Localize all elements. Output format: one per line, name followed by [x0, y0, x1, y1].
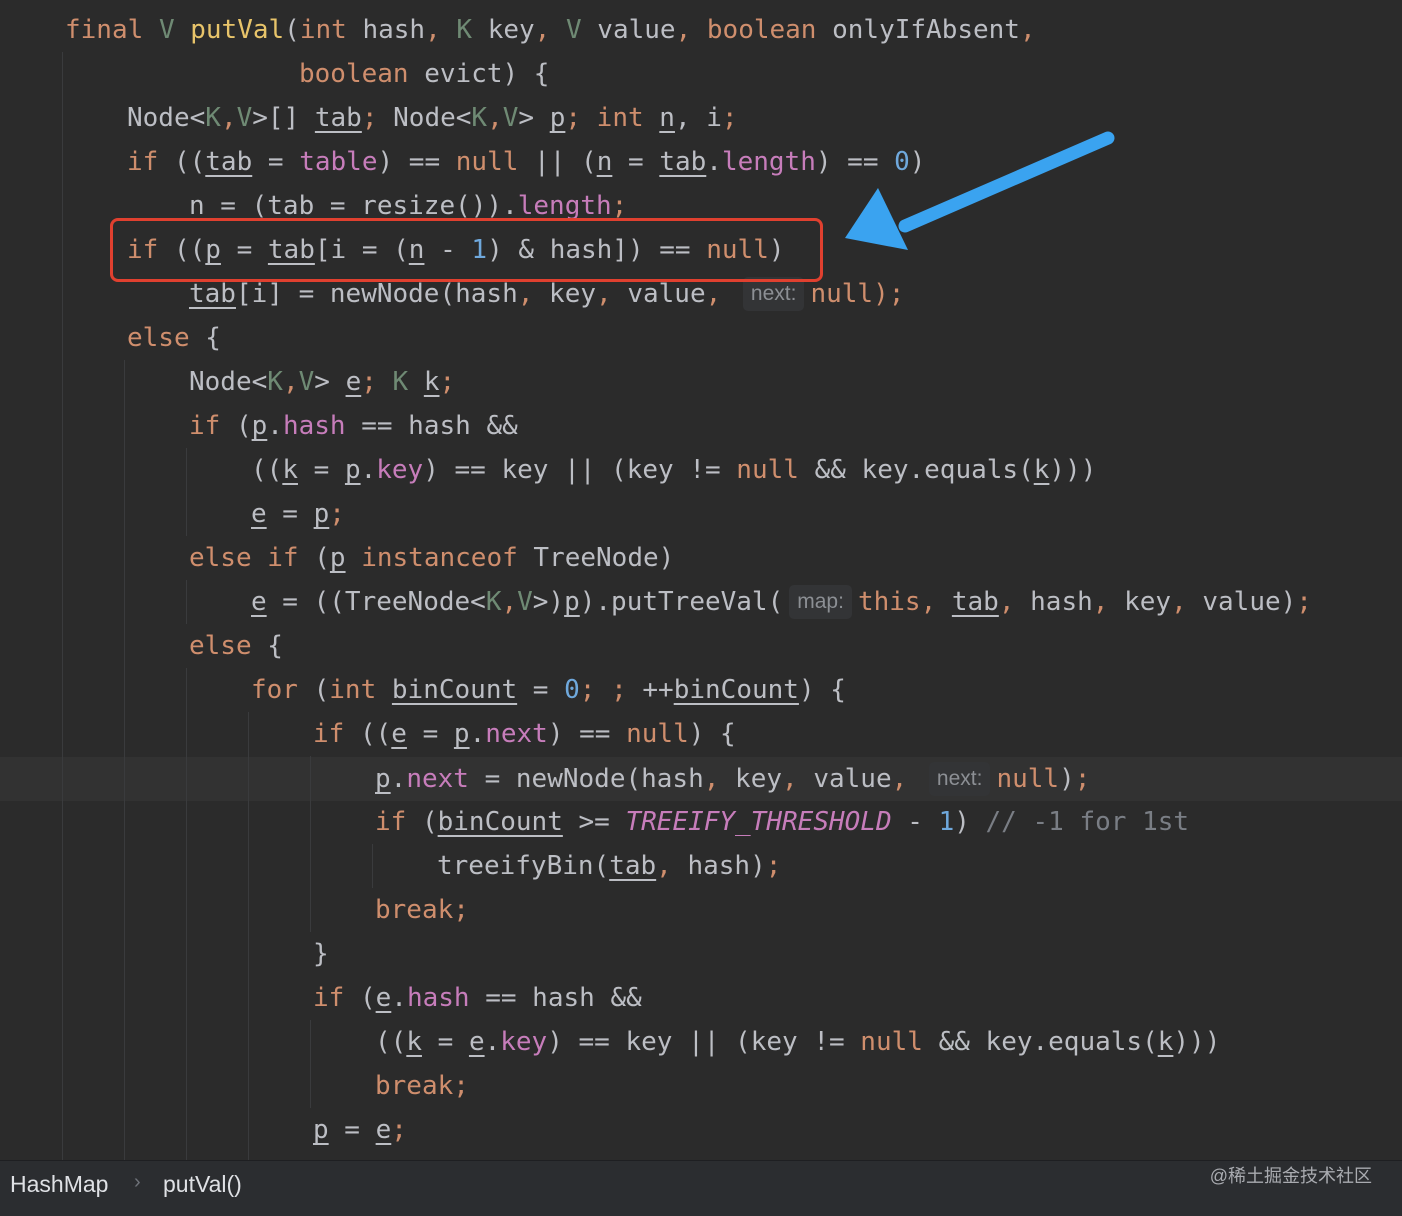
indent-guide: [186, 668, 187, 1160]
code-line-10[interactable]: if (p.hash == hash &&: [189, 404, 518, 448]
code-line-12[interactable]: e = p;: [251, 492, 345, 536]
breadcrumb-bar: HashMap › putVal(): [0, 1160, 1402, 1216]
breadcrumb-method[interactable]: putVal(): [163, 1171, 242, 1198]
watermark: @稀土掘金技术社区: [1209, 1166, 1372, 1186]
code-line-16[interactable]: for (int binCount = 0; ; ++binCount) {: [251, 668, 846, 712]
indent-guide: [310, 1020, 311, 1108]
breadcrumb-class[interactable]: HashMap: [10, 1171, 108, 1198]
parameter-hint: map:: [789, 585, 852, 619]
code-line-20[interactable]: treeifyBin(tab, hash);: [437, 844, 781, 888]
indent-guide: [310, 756, 311, 932]
indent-guide: [186, 580, 187, 624]
code-line-18[interactable]: p.next = newNode(hash, key, value, next:…: [375, 757, 1090, 801]
chevron-right-icon: ›: [134, 1171, 141, 1193]
code-line-17[interactable]: if ((e = p.next) == null) {: [313, 712, 736, 756]
code-editor[interactable]: final V putVal(int hash, K key, V value,…: [0, 0, 1402, 1160]
indent-guide: [186, 448, 187, 536]
parameter-hint: next:: [928, 762, 991, 796]
code-line-22[interactable]: }: [313, 932, 329, 976]
code-line-9[interactable]: Node<K,V> e; K k;: [189, 360, 455, 404]
code-line-11[interactable]: ((k = p.key) == key || (key != null && k…: [251, 448, 1096, 492]
pointer-arrow-icon: [845, 131, 1115, 250]
code-line-15[interactable]: else {: [189, 624, 283, 668]
code-line-8[interactable]: else {: [127, 316, 221, 360]
code-line-26[interactable]: p = e;: [313, 1108, 407, 1152]
indent-guide: [124, 360, 125, 1160]
indent-guide: [372, 844, 373, 888]
code-line-25[interactable]: break;: [375, 1064, 469, 1108]
code-line-21[interactable]: break;: [375, 888, 469, 932]
code-line-14[interactable]: e = ((TreeNode<K,V>)p).putTreeVal(map: th…: [251, 580, 1312, 624]
code-line-23[interactable]: if (e.hash == hash &&: [313, 976, 642, 1020]
code-line-13[interactable]: else if (p instanceof TreeNode): [189, 536, 674, 580]
indent-guide: [248, 712, 249, 1160]
code-line-19[interactable]: if (binCount >= TREEIFY_THRESHOLD - 1) /…: [375, 800, 1189, 844]
code-line-24[interactable]: ((k = e.key) == key || (key != null && k…: [375, 1020, 1220, 1064]
